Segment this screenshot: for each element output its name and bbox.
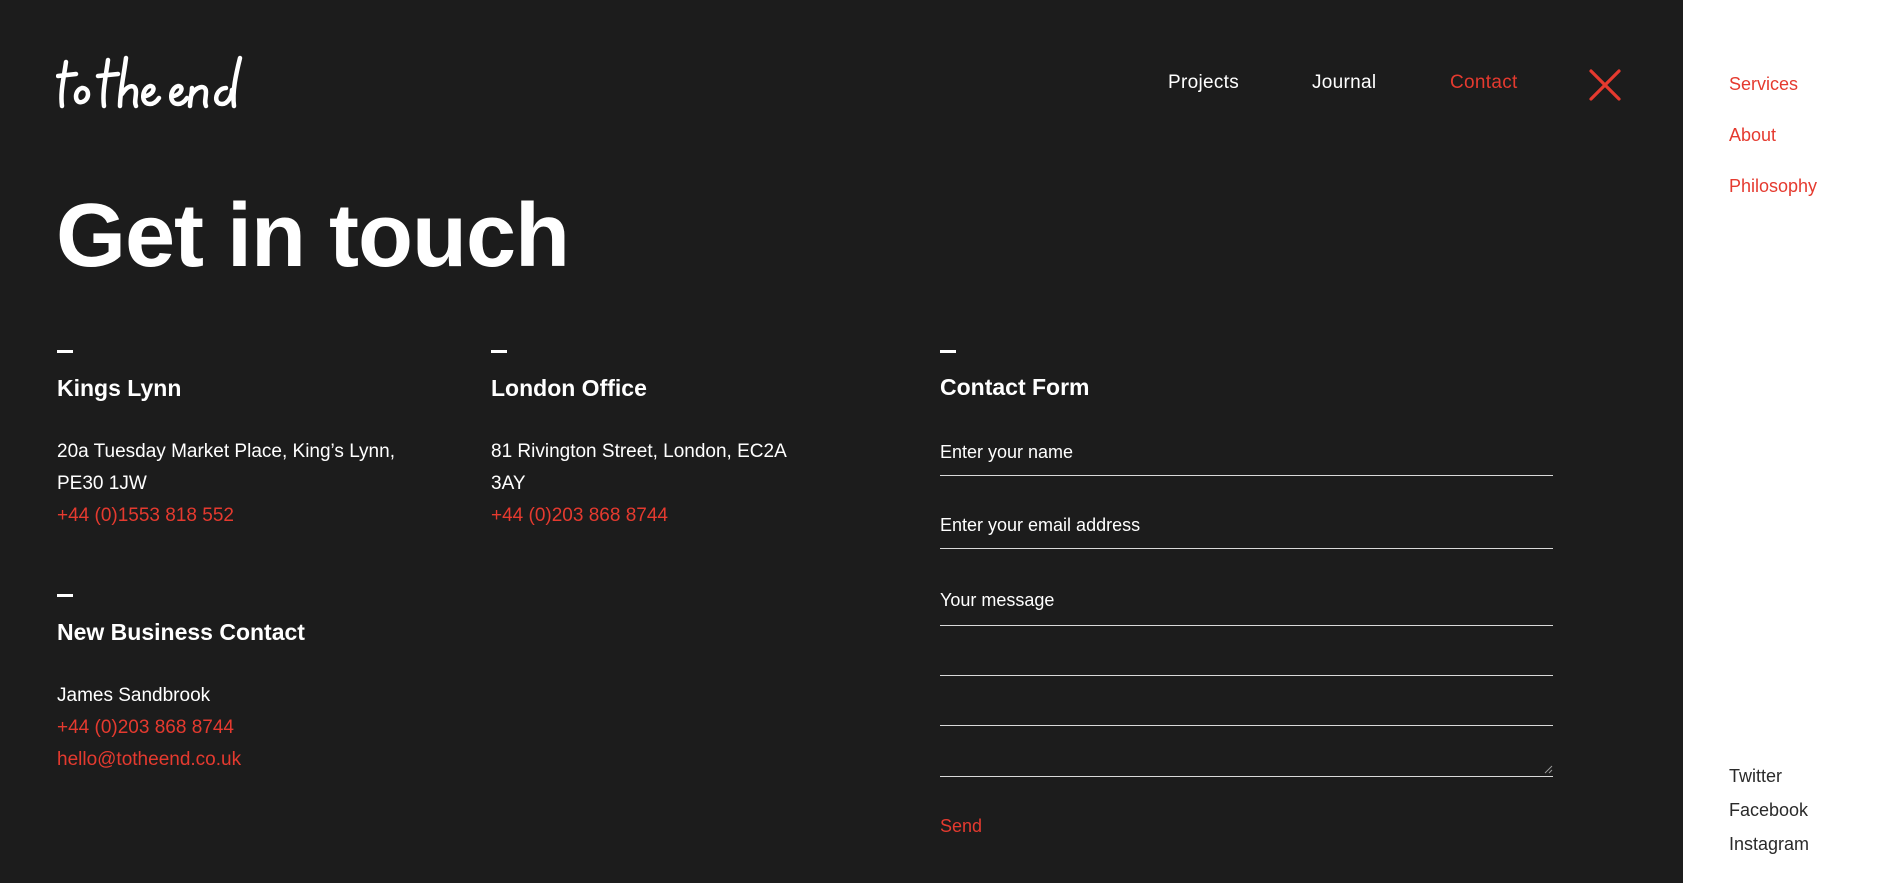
nav-item-projects[interactable]: Projects	[1168, 72, 1239, 94]
section-dash	[57, 594, 73, 597]
section-dash	[491, 350, 507, 353]
nav-projects-link[interactable]: Projects	[1168, 72, 1239, 93]
london-office-title: London Office	[491, 375, 647, 401]
message-line[interactable]	[940, 776, 1553, 777]
message-line[interactable]	[940, 725, 1553, 726]
london-phone-link[interactable]: +44 (0)203 868 8744	[491, 500, 668, 532]
social-link-twitter[interactable]: Twitter	[1729, 766, 1782, 787]
nav-item-contact[interactable]: Contact	[1450, 72, 1518, 94]
side-menu-panel	[1683, 0, 1903, 883]
close-menu-button[interactable]	[1588, 68, 1622, 102]
new-business-phone-link[interactable]: +44 (0)203 868 8744	[57, 712, 234, 744]
name-field[interactable]	[940, 442, 1553, 476]
kings-lynn-address-line1: 20a Tuesday Market Place, King’s Lynn,	[57, 441, 395, 462]
social-link-facebook[interactable]: Facebook	[1729, 800, 1808, 821]
kings-lynn-title: Kings Lynn	[57, 375, 182, 401]
section-dash	[940, 350, 956, 353]
nav-contact-link[interactable]: Contact	[1450, 72, 1518, 93]
new-business-name: James Sandbrook	[57, 685, 211, 706]
section-dash	[57, 350, 73, 353]
email-field[interactable]	[940, 515, 1553, 549]
email-input[interactable]	[940, 515, 1553, 536]
social-link-instagram[interactable]: Instagram	[1729, 834, 1809, 855]
london-address-line1: 81 Rivington Street, London, EC2A	[491, 441, 787, 462]
message-label[interactable]: Your message	[940, 590, 1054, 611]
page-title: Get in touch	[56, 186, 570, 286]
logo-wordmark-icon	[55, 55, 243, 109]
main-panel: Projects Journal Contact Get in touch Ki…	[0, 0, 1683, 883]
nav-item-journal[interactable]: Journal	[1312, 72, 1376, 94]
london-address-line2: 3AY	[491, 473, 526, 494]
logo[interactable]	[55, 52, 256, 114]
nav-journal-link[interactable]: Journal	[1312, 72, 1376, 93]
message-line[interactable]	[940, 675, 1553, 676]
contact-form-title: Contact Form	[940, 374, 1090, 400]
sidebar-item-services[interactable]: Services	[1729, 74, 1798, 95]
sidebar-item-about[interactable]: About	[1729, 125, 1776, 146]
new-business-title: New Business Contact	[57, 619, 305, 645]
resize-handle-icon[interactable]	[1543, 764, 1553, 774]
kings-lynn-phone-link[interactable]: +44 (0)1553 818 552	[57, 500, 234, 532]
message-line[interactable]	[940, 625, 1553, 626]
close-icon	[1589, 69, 1621, 101]
send-button[interactable]: Send	[940, 816, 982, 837]
sidebar-item-philosophy[interactable]: Philosophy	[1729, 176, 1817, 197]
name-input[interactable]	[940, 442, 1553, 463]
new-business-email-link[interactable]: hello@totheend.co.uk	[57, 744, 241, 776]
kings-lynn-address-line2: PE30 1JW	[57, 473, 147, 494]
